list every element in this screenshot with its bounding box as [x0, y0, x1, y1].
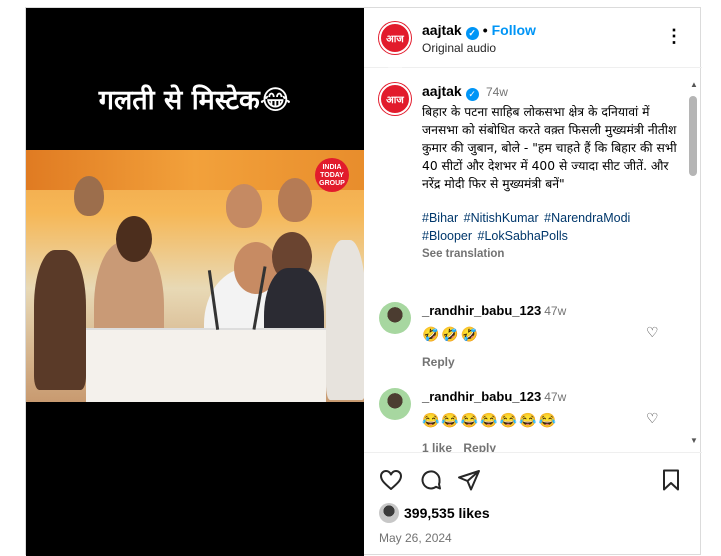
post-panel: आज तक aajtak ✓ • Follow Original audio ⋮ आज…	[364, 8, 702, 556]
comment-text: 😂😂😂😂😂😂😂	[422, 412, 559, 428]
hashtag-link[interactable]: #Bihar	[422, 211, 458, 225]
caption-text: बिहार के पटना साहिब लोकसभा क्षेत्र के दन…	[422, 105, 677, 191]
commenter-avatar[interactable]	[379, 388, 411, 420]
comment-username[interactable]: _randhir_babu_123	[422, 389, 541, 404]
post-footer: 399,535 likes May 26, 2024	[364, 452, 702, 556]
comment-body: _randhir_babu_123 47w 🤣🤣🤣 Reply	[422, 302, 622, 369]
header-user-row: aajtak ✓ • Follow	[422, 22, 536, 40]
hashtag-link[interactable]: #Blooper	[422, 229, 472, 243]
reply-button[interactable]: Reply	[422, 355, 455, 369]
banner-face	[74, 176, 104, 216]
person-head	[116, 216, 152, 262]
comments-scroll-area[interactable]: आज तक aajtak ✓ 74w बिहार के पटना साहिब लो…	[364, 69, 702, 452]
scroll-up-icon[interactable]: ▲	[690, 80, 698, 89]
podium	[86, 328, 326, 402]
video-caption-overlay: गलती से मिस्टेक😂	[98, 85, 292, 116]
hashtag-link[interactable]: #LokSabhaPolls	[478, 229, 568, 243]
see-translation-link[interactable]: See translation	[422, 246, 678, 263]
likes-count[interactable]: 399,535 likes	[404, 505, 490, 521]
comment-actions: 1 like Reply	[422, 441, 622, 452]
person-right	[326, 240, 364, 400]
separator-dot: •	[482, 22, 488, 38]
aajtak-avatar[interactable]: आज तक	[379, 22, 411, 77]
scroll-down-icon[interactable]: ▼	[690, 436, 698, 445]
more-options-icon[interactable]: ⋮	[665, 26, 684, 47]
header-username[interactable]: aajtak	[422, 22, 462, 38]
hashtag-link[interactable]: #NarendraModi	[544, 211, 630, 225]
share-icon[interactable]	[457, 468, 481, 492]
comment-time[interactable]: 47w	[544, 390, 566, 404]
scrollbar-thumb[interactable]	[689, 96, 697, 176]
reply-button[interactable]: Reply	[463, 441, 496, 452]
post-header: आज तक aajtak ✓ • Follow Original audio ⋮	[364, 8, 702, 77]
post-media[interactable]: गलती से मिस्टेक😂 INDIA TODAY GROUP	[26, 8, 364, 556]
caption-time[interactable]: 74w	[486, 85, 508, 99]
banner-face	[278, 178, 312, 222]
india-today-logo: INDIA TODAY GROUP	[315, 158, 349, 192]
banner-face	[226, 184, 262, 228]
post-dialog: गलती से मिस्टेक😂 INDIA TODAY GROUP आज तक	[25, 7, 702, 556]
comment-body: _randhir_babu_123 47w 😂😂😂😂😂😂😂 1 like Repl…	[422, 388, 622, 452]
follow-button[interactable]: Follow	[492, 22, 536, 38]
verified-icon: ✓	[465, 88, 479, 101]
aajtak-avatar[interactable]: आज तक	[379, 83, 411, 138]
heart-icon[interactable]: ♡	[646, 410, 659, 427]
caption-body: aajtak ✓ 74w बिहार के पटना साहिब लोकसभा क…	[422, 83, 678, 263]
commenter-avatar[interactable]	[379, 302, 411, 334]
hashtags: #Bihar #NitishKumar #NarendraModi #Bloop…	[422, 209, 678, 245]
scrollbar[interactable]: ▲ ▼	[688, 80, 698, 445]
caption-user-row: aajtak ✓ 74w	[422, 83, 678, 101]
verified-icon: ✓	[465, 27, 479, 40]
caption-username[interactable]: aajtak	[422, 83, 462, 99]
comment-username[interactable]: _randhir_babu_123	[422, 303, 541, 318]
post-date[interactable]: May 26, 2024	[379, 531, 452, 545]
bookmark-icon[interactable]	[659, 468, 683, 492]
hashtag-link[interactable]: #NitishKumar	[464, 211, 539, 225]
person-left	[34, 250, 86, 390]
heart-icon[interactable]	[379, 468, 403, 492]
liker-avatar[interactable]	[379, 503, 399, 523]
heart-icon[interactable]: ♡	[646, 324, 659, 341]
video-frame[interactable]: INDIA TODAY GROUP	[26, 150, 364, 402]
comment-actions: Reply	[422, 355, 622, 369]
comment-icon[interactable]	[419, 468, 443, 492]
audio-link[interactable]: Original audio	[422, 41, 496, 55]
comment-time[interactable]: 47w	[544, 304, 566, 318]
comment-text: 🤣🤣🤣	[422, 326, 481, 342]
likes-count-button[interactable]: 1 like	[422, 441, 452, 452]
